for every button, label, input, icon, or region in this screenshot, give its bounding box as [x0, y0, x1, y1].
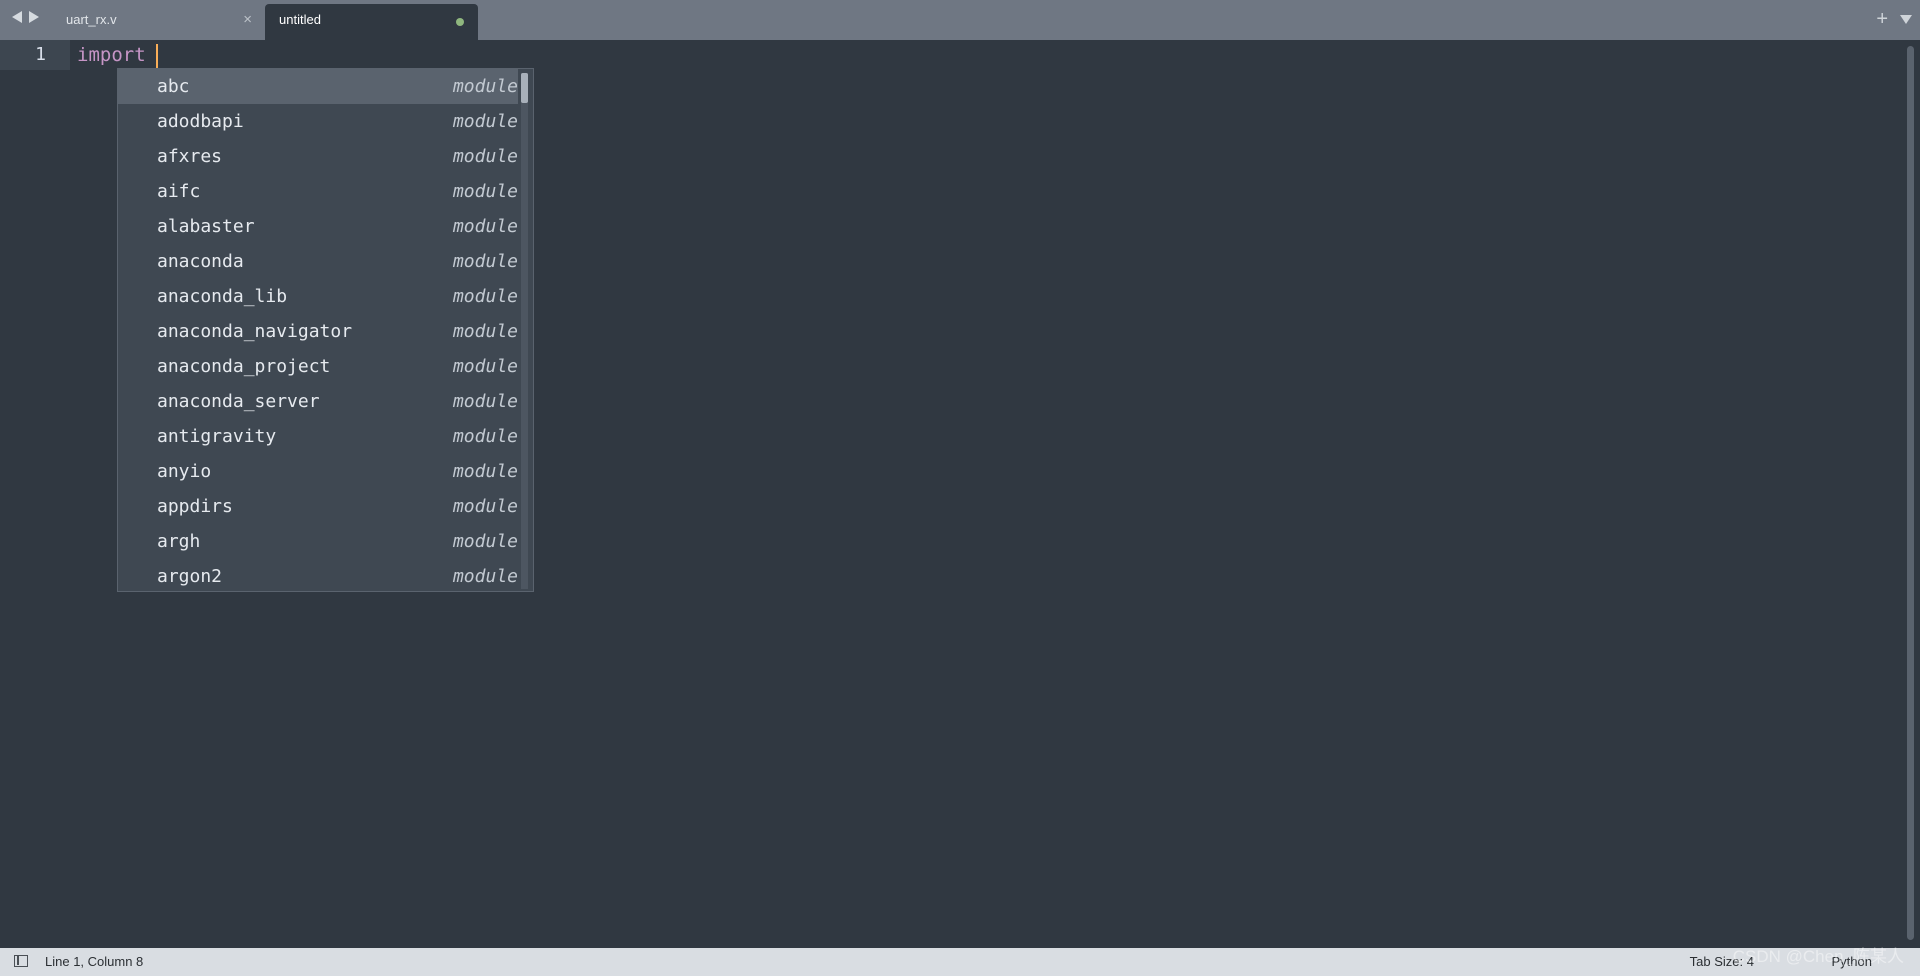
plus-icon[interactable]: + — [1876, 6, 1888, 32]
autocomplete-scroll-thumb[interactable] — [521, 73, 528, 103]
next-tab-arrow-icon[interactable] — [29, 11, 39, 23]
autocomplete-item-name: appdirs — [157, 496, 233, 517]
autocomplete-item-name: adodbapi — [157, 111, 244, 132]
panel-toggle-icon[interactable] — [14, 955, 28, 967]
autocomplete-item[interactable]: anaconda module — [118, 244, 518, 279]
autocomplete-item-name: afxres — [157, 146, 223, 167]
autocomplete-item-name: abc — [157, 76, 190, 97]
editor-window: uart_rx.v × untitled + 1 import abc modul… — [0, 0, 1920, 976]
autocomplete-item-name: alabaster — [157, 216, 255, 237]
autocomplete-item[interactable]: anaconda_lib module — [118, 279, 518, 314]
autocomplete-item-name: anaconda_lib — [157, 286, 288, 307]
autocomplete-item[interactable]: appdirs module — [118, 489, 518, 524]
code-line[interactable]: import — [77, 40, 157, 70]
autocomplete-item[interactable]: anaconda_server module — [118, 384, 518, 419]
autocomplete-item[interactable]: antigravity module — [118, 419, 518, 454]
autocomplete-item-name: argh — [157, 531, 201, 552]
autocomplete-item-name: aifc — [157, 181, 201, 202]
autocomplete-item[interactable]: adodbapi module — [118, 104, 518, 139]
tab-label: uart_rx.v — [66, 12, 117, 27]
status-bar: Line 1, Column 8 Tab Size: 4 Python — [0, 948, 1920, 976]
autocomplete-item-kind: module — [452, 251, 518, 272]
autocomplete-item-kind: module — [452, 286, 518, 307]
autocomplete-item[interactable]: afxres module — [118, 139, 518, 174]
autocomplete-item[interactable]: abc module — [118, 69, 518, 104]
watermark: CSDN @Chen_陈某人 — [1732, 947, 1904, 966]
autocomplete-scrollbar[interactable] — [521, 73, 528, 589]
autocomplete-item-kind: module — [452, 146, 518, 167]
line-number: 1 — [35, 44, 46, 65]
autocomplete-item-kind: module — [452, 111, 518, 132]
autocomplete-item[interactable]: aifc module — [118, 174, 518, 209]
autocomplete-item-kind: module — [452, 531, 518, 552]
autocomplete-item-kind: module — [452, 566, 518, 587]
autocomplete-item-kind: module — [452, 391, 518, 412]
autocomplete-item-kind: module — [452, 181, 518, 202]
text-cursor — [156, 44, 158, 68]
autocomplete-item-kind: module — [452, 461, 518, 482]
chevron-down-icon[interactable] — [1900, 15, 1912, 24]
autocomplete-item-kind: module — [452, 356, 518, 377]
autocomplete-item-name: anyio — [157, 461, 212, 482]
keyword-import: import — [77, 44, 146, 66]
autocomplete-item[interactable]: argon2 module — [118, 559, 518, 591]
autocomplete-item[interactable]: anaconda_project module — [118, 349, 518, 384]
tab-label: untitled — [279, 12, 321, 27]
autocomplete-item-kind: module — [452, 321, 518, 342]
tab-uart-rx[interactable]: uart_rx.v × — [52, 4, 260, 40]
cursor-position: Line 1, Column 8 — [45, 954, 144, 969]
autocomplete-item[interactable]: alabaster module — [118, 209, 518, 244]
autocomplete-item-name: anaconda — [157, 251, 244, 272]
close-icon[interactable]: × — [243, 4, 252, 36]
editor-scrollbar[interactable] — [1907, 46, 1914, 940]
autocomplete-item-name: argon2 — [157, 566, 223, 587]
previous-tab-arrow-icon[interactable] — [12, 11, 22, 23]
autocomplete-item[interactable]: argh module — [118, 524, 518, 559]
autocomplete-item[interactable]: anaconda_navigator module — [118, 314, 518, 349]
autocomplete-item-kind: module — [452, 216, 518, 237]
autocomplete-item-kind: module — [452, 496, 518, 517]
autocomplete-list: abc module adodbapi module afxres module aifc m… — [118, 69, 518, 591]
tab-untitled[interactable]: untitled — [265, 4, 478, 40]
autocomplete-item-name: anaconda_server — [157, 391, 320, 412]
autocomplete-item-kind: module — [452, 76, 518, 97]
autocomplete-item-name: anaconda_navigator — [157, 321, 353, 342]
tab-bar: uart_rx.v × untitled + — [0, 0, 1920, 40]
unsaved-dot-icon[interactable] — [456, 18, 464, 26]
autocomplete-item-name: anaconda_project — [157, 356, 331, 377]
autocomplete-item[interactable]: anyio module — [118, 454, 518, 489]
autocomplete-item-kind: module — [452, 426, 518, 447]
autocomplete-popup: abc module adodbapi module afxres module aifc m… — [117, 68, 534, 592]
autocomplete-item-name: antigravity — [157, 426, 277, 447]
